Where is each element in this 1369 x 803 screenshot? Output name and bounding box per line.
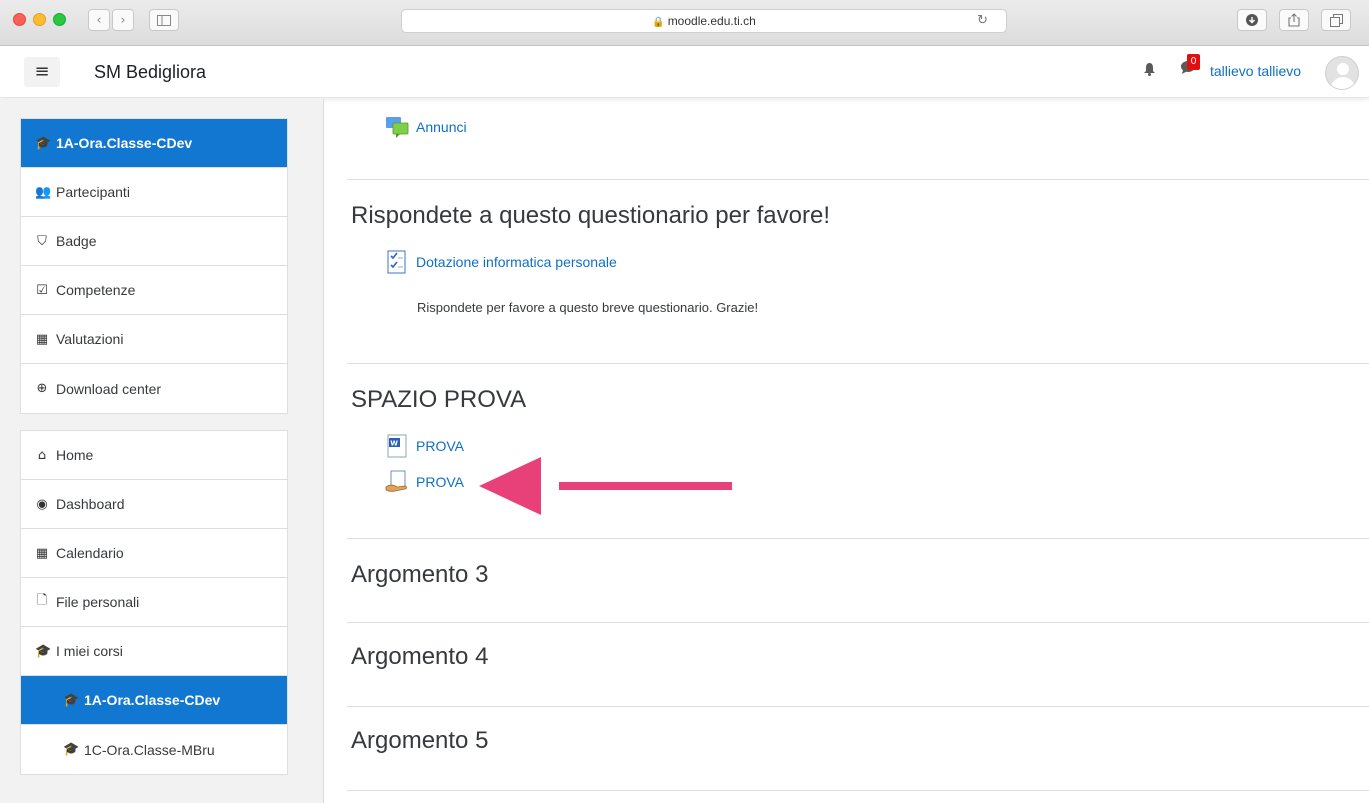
section-questionnaire: Rispondete a questo questionario per fav… [347, 180, 1369, 364]
nav-label: Partecipanti [56, 184, 130, 200]
maximize-window-button[interactable] [53, 13, 66, 26]
user-menu-name[interactable]: tallievo tallievo [1210, 63, 1301, 79]
section-spazio-prova: SPAZIO PROVA W PROVA PROVA [347, 364, 1369, 539]
annotation-arrow-icon [479, 457, 732, 515]
minimize-window-button[interactable] [33, 13, 46, 26]
menu-icon: ≡ [34, 61, 50, 82]
activity-link[interactable]: Annunci [416, 119, 467, 135]
forward-button[interactable]: › [112, 9, 134, 31]
assignment-icon [385, 470, 407, 492]
message-count-badge: 0 [1187, 54, 1200, 70]
checkbox-icon: ☑ [36, 282, 48, 298]
lock-icon: 🔒 [652, 17, 665, 28]
course-content: Annunci Rispondete a questo questionario… [347, 99, 1369, 791]
section-title: Argomento 5 [351, 727, 489, 754]
activity-link[interactable]: PROVA [416, 474, 464, 490]
nav-course-home[interactable]: 🎓 1A-Ora.Classe-CDev [21, 119, 287, 168]
nav-label: Valutazioni [56, 331, 124, 347]
nav-label: 1C-Ora.Classe-MBru [84, 741, 215, 758]
questionnaire-icon [387, 250, 406, 274]
nav-course-1c[interactable]: 🎓 1C-Ora.Classe-MBru [21, 725, 287, 774]
address-bar[interactable]: 🔒 moodle.edu.ti.ch ↻ [401, 9, 1007, 33]
browser-chrome: ‹ › 🔒 moodle.edu.ti.ch ↻ [0, 0, 1369, 46]
calendar-icon: ▦ [35, 545, 49, 561]
section-topic-4: Argomento 4 [347, 623, 1369, 707]
section-general: Annunci [347, 99, 1369, 180]
section-title: SPAZIO PROVA [351, 386, 527, 413]
nav-calendar[interactable]: ▦ Calendario [21, 529, 287, 578]
nav-participants[interactable]: 👥 Partecipanti [21, 168, 287, 217]
graduation-cap-icon: 🎓 [63, 742, 80, 757]
top-navbar: ≡ SM Bedigliora 0 tallievo tallievo [0, 46, 1369, 98]
activity-prova-assignment[interactable]: PROVA [385, 470, 464, 494]
nav-label: Home [56, 447, 94, 463]
tabs-icon [1329, 13, 1343, 27]
share-icon [1288, 13, 1300, 27]
table-icon: ▦ [35, 331, 49, 347]
site-title[interactable]: SM Bedigliora [94, 62, 206, 83]
activity-link[interactable]: PROVA [416, 438, 464, 454]
download-icon [1246, 14, 1258, 26]
dashboard-icon: ◉ [36, 496, 48, 512]
sidebar-icon [157, 14, 171, 26]
reload-icon[interactable]: ↻ [977, 10, 988, 32]
users-icon: 👥 [35, 184, 52, 200]
share-button[interactable] [1279, 9, 1309, 31]
graduation-cap-icon: 🎓 [35, 643, 52, 659]
site-nav-block: ⌂ Home ◉ Dashboard ▦ Calendario 🗋 File p… [20, 430, 288, 775]
sidebar-toggle-button[interactable] [149, 9, 179, 31]
chevron-right-icon: › [120, 12, 126, 28]
avatar[interactable] [1325, 56, 1359, 90]
file-icon: 🗋 [36, 593, 48, 608]
graduation-cap-icon: 🎓 [35, 135, 52, 151]
nav-drawer: 🎓 1A-Ora.Classe-CDev 👥 Partecipanti ⛉ Ba… [0, 99, 324, 803]
course-nav-block: 🎓 1A-Ora.Classe-CDev 👥 Partecipanti ⛉ Ba… [20, 118, 288, 414]
back-button[interactable]: ‹ [88, 9, 110, 31]
activity-description: Rispondete per favore a questo breve que… [417, 300, 759, 315]
forum-icon [386, 117, 409, 138]
nav-label: Badge [56, 233, 97, 249]
nav-label: Dashboard [56, 496, 125, 512]
activity-prova-word[interactable]: W PROVA [385, 434, 464, 458]
svg-text:W: W [390, 440, 398, 448]
section-topic-3: Argomento 3 [347, 539, 1369, 623]
nav-badges[interactable]: ⛉ Badge [21, 217, 287, 266]
activity-questionnaire[interactable]: Dotazione informatica personale [385, 250, 617, 274]
hamburger-menu-button[interactable]: ≡ [24, 57, 60, 87]
nav-label: 1A-Ora.Classe-CDev [84, 692, 221, 708]
nav-label: Download center [56, 380, 162, 397]
nav-home[interactable]: ⌂ Home [21, 431, 287, 480]
section-topic-5: Argomento 5 [347, 707, 1369, 791]
download-icon: ⊕ [36, 381, 48, 396]
section-title: Argomento 3 [351, 561, 489, 588]
bell-icon[interactable] [1143, 62, 1156, 76]
home-icon: ⌂ [37, 447, 47, 463]
chevron-left-icon: ‹ [96, 12, 102, 28]
tabs-button[interactable] [1321, 9, 1351, 31]
downloads-button[interactable] [1237, 9, 1267, 31]
shield-icon: ⛉ [37, 233, 47, 249]
activity-link[interactable]: Dotazione informatica personale [416, 254, 617, 270]
nav-private-files[interactable]: 🗋 File personali [21, 578, 287, 627]
nav-my-courses[interactable]: 🎓 I miei corsi [21, 627, 287, 676]
word-document-icon: W [387, 434, 407, 458]
nav-label: Competenze [56, 282, 136, 298]
nav-label: I miei corsi [56, 643, 123, 659]
graduation-cap-icon: 🎓 [63, 692, 80, 708]
section-title: Argomento 4 [351, 643, 489, 670]
nav-download-center[interactable]: ⊕ Download center [21, 364, 287, 413]
nav-label: 1A-Ora.Classe-CDev [56, 135, 193, 151]
nav-grades[interactable]: ▦ Valutazioni [21, 315, 287, 364]
nav-dashboard[interactable]: ◉ Dashboard [21, 480, 287, 529]
nav-competencies[interactable]: ☑ Competenze [21, 266, 287, 315]
close-window-button[interactable] [13, 13, 26, 26]
section-title: Rispondete a questo questionario per fav… [351, 202, 830, 229]
nav-label: Calendario [56, 545, 124, 561]
activity-announcements[interactable]: Annunci [385, 115, 467, 139]
url-text: moodle.edu.ti.ch [667, 14, 756, 28]
nav-course-1a[interactable]: 🎓 1A-Ora.Classe-CDev [21, 676, 287, 725]
nav-label: File personali [56, 594, 140, 610]
